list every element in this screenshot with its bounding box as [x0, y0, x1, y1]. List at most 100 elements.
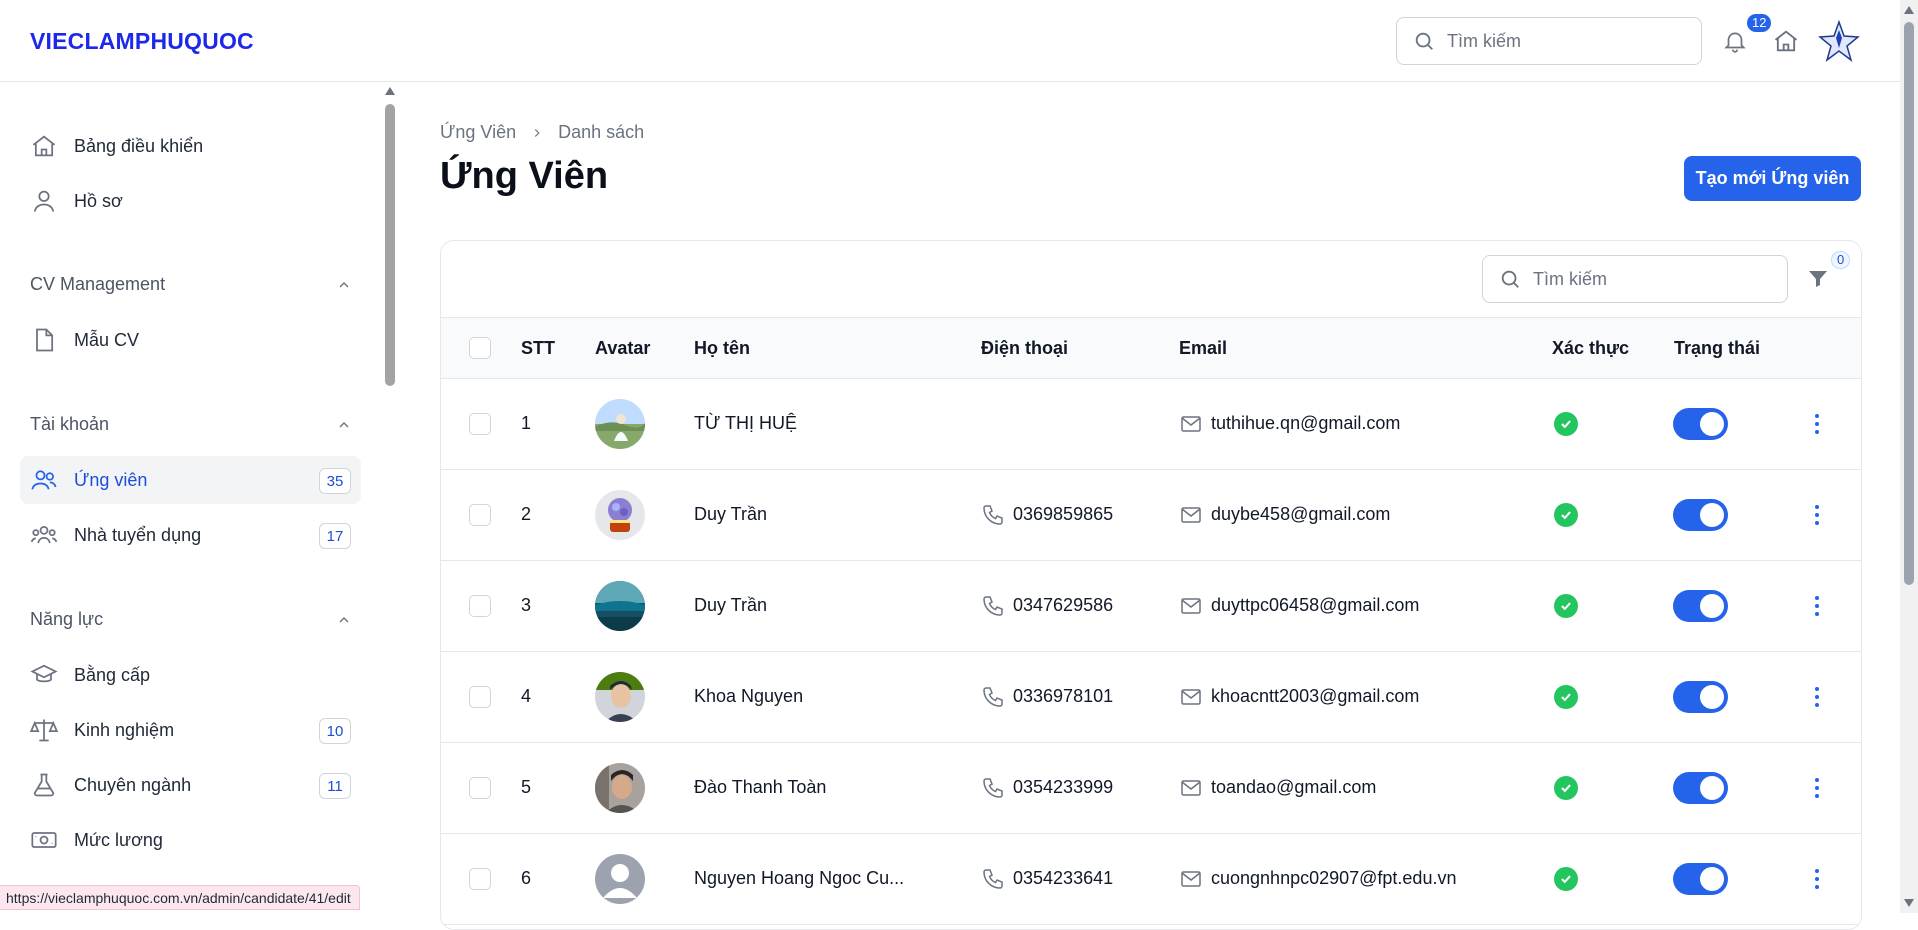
notification-badge: 12 — [1747, 14, 1772, 32]
table-row[interactable]: 4 Khoa Nguyen 0336978101 khoacntt2003@gm… — [441, 652, 1861, 743]
scrollbar-thumb[interactable] — [1904, 22, 1914, 585]
more-actions-icon[interactable] — [1814, 869, 1820, 889]
select-all-checkbox[interactable] — [469, 337, 491, 359]
phone-icon — [983, 869, 1003, 889]
candidate-email: toandao@gmail.com — [1211, 777, 1377, 797]
table-row[interactable]: 2 Duy Trần 0369859865 duybe458@gmail.com — [441, 470, 1861, 561]
candidate-name[interactable]: Khoa Nguyen — [694, 686, 803, 707]
column-header[interactable]: Điện thoại — [981, 338, 1068, 359]
status-toggle[interactable] — [1673, 863, 1728, 895]
column-header: Avatar — [595, 338, 651, 358]
more-actions-icon[interactable] — [1814, 414, 1820, 434]
table-row[interactable]: 5 Đào Thanh Toàn 0354233999 toandao@gmai… — [441, 743, 1861, 834]
table-search[interactable] — [1482, 255, 1788, 303]
status-toggle[interactable] — [1673, 681, 1728, 713]
scroll-up-arrow[interactable] — [1904, 6, 1914, 14]
sidebar-item-majors[interactable]: Chuyên ngành 11 — [20, 761, 361, 809]
home-icon[interactable] — [1772, 27, 1800, 55]
status-toggle[interactable] — [1673, 499, 1728, 531]
row-checkbox[interactable] — [469, 777, 491, 799]
group-label: Năng lực — [30, 609, 104, 629]
row-checkbox[interactable] — [469, 868, 491, 890]
group-label: CV Management — [30, 274, 166, 294]
candidate-name[interactable]: Nguyen Hoang Ngoc Cu... — [694, 868, 904, 889]
avatar — [595, 672, 645, 722]
page-scrollbar[interactable] — [1900, 0, 1918, 913]
mail-icon — [1181, 507, 1201, 523]
row-checkbox[interactable] — [469, 595, 491, 617]
group-label: Tài khoản — [30, 414, 110, 434]
status-toggle[interactable] — [1673, 590, 1728, 622]
sidebar-item-label: Nhà tuyển dụng — [74, 524, 202, 545]
column-header[interactable]: STT — [521, 338, 555, 359]
file-icon — [36, 328, 54, 352]
row-index: 2 — [521, 504, 532, 524]
candidate-name[interactable]: Duy Trần — [694, 504, 767, 525]
status-toggle[interactable] — [1673, 772, 1728, 804]
candidate-name[interactable]: Đào Thanh Toàn — [694, 777, 826, 798]
sidebar-item-cv-template[interactable]: Mẫu CV — [20, 316, 361, 364]
header-search-input[interactable] — [1447, 30, 1677, 52]
sidebar-item-candidates[interactable]: Ứng viên 35 — [20, 456, 361, 504]
mail-icon — [1181, 689, 1201, 705]
candidate-email: tuthihue.qn@gmail.com — [1211, 413, 1401, 433]
more-actions-icon[interactable] — [1814, 596, 1820, 616]
home-icon — [32, 135, 56, 157]
verified-check-icon — [1554, 776, 1578, 800]
row-checkbox[interactable] — [469, 686, 491, 708]
sidebar-item-profile[interactable]: Hồ sơ — [20, 177, 361, 225]
more-actions-icon[interactable] — [1814, 687, 1820, 707]
candidate-email: cuongnhnpc02907@fpt.edu.vn — [1211, 868, 1457, 888]
table-search-input[interactable] — [1533, 268, 1763, 290]
page-title: Ứng Viên — [440, 155, 609, 197]
sidebar: Bảng điều khiển Hồ sơ CV Management Mẫu … — [0, 82, 400, 913]
mail-icon — [1181, 780, 1201, 796]
sidebar-item-salary[interactable]: Mức lương — [20, 816, 361, 864]
sidebar-scrollbar[interactable] — [384, 82, 396, 913]
row-index: 1 — [521, 413, 532, 433]
sidebar-item-experience[interactable]: Kinh nghiệm 10 — [20, 706, 361, 754]
more-actions-icon[interactable] — [1814, 505, 1820, 525]
table-row[interactable]: 6 Nguyen Hoang Ngoc Cu... 0354233641 cuo… — [441, 834, 1861, 925]
status-toggle[interactable] — [1673, 408, 1728, 440]
scroll-up-arrow[interactable] — [385, 87, 395, 95]
row-index: 6 — [521, 868, 532, 888]
breadcrumb-current: Danh sách — [558, 122, 645, 142]
column-header[interactable]: Xác thực — [1552, 338, 1629, 359]
phone-icon — [983, 687, 1003, 707]
avatar — [595, 763, 645, 813]
table-row[interactable]: 1 TỪ THỊ HUỆ tuthihue.qn@gmail.com — [441, 379, 1861, 470]
user-avatar[interactable] — [1818, 20, 1860, 62]
sidebar-item-label: Bảng điều khiển — [74, 135, 204, 156]
filter-icon[interactable] — [1806, 267, 1830, 291]
candidate-name[interactable]: TỪ THỊ HUỆ — [694, 413, 797, 434]
avatar — [595, 399, 645, 449]
brand-logo[interactable]: VIECLAMPHUQUOC — [30, 28, 254, 55]
column-header[interactable]: Họ tên — [694, 338, 750, 359]
count-badge: 11 — [319, 773, 351, 799]
column-header[interactable]: Trạng thái — [1674, 338, 1760, 359]
money-icon — [31, 832, 57, 848]
row-checkbox[interactable] — [469, 504, 491, 526]
sidebar-item-recruiters[interactable]: Nhà tuyển dụng 17 — [20, 511, 361, 559]
scrollbar-thumb[interactable] — [385, 104, 395, 386]
group-cv-management[interactable]: CV Management — [30, 274, 352, 295]
group-account[interactable]: Tài khoản — [30, 414, 352, 435]
header-search[interactable] — [1396, 17, 1702, 65]
row-checkbox[interactable] — [469, 413, 491, 435]
candidate-phone: 0354233641 — [1013, 868, 1114, 888]
scroll-down-arrow[interactable] — [1904, 899, 1914, 907]
breadcrumb-link[interactable]: Ứng Viên — [440, 122, 516, 143]
sidebar-item-degrees[interactable]: Bằng cấp — [20, 651, 361, 699]
column-header[interactable]: Email — [1179, 338, 1227, 359]
create-candidate-button[interactable]: Tạo mới Ứng viên — [1684, 156, 1861, 201]
candidate-name[interactable]: Duy Trần — [694, 595, 767, 616]
sidebar-item-dashboard[interactable]: Bảng điều khiển — [20, 122, 361, 170]
group-competence[interactable]: Năng lực — [30, 609, 352, 630]
sidebar-item-label: Chuyên ngành — [74, 774, 192, 795]
more-actions-icon[interactable] — [1814, 778, 1820, 798]
search-icon — [1501, 270, 1519, 288]
row-index: 4 — [521, 686, 532, 706]
bell-icon[interactable] — [1722, 27, 1748, 55]
table-row[interactable]: 3 Duy Trần 0347629586 duyttpc06458@gmail… — [441, 561, 1861, 652]
